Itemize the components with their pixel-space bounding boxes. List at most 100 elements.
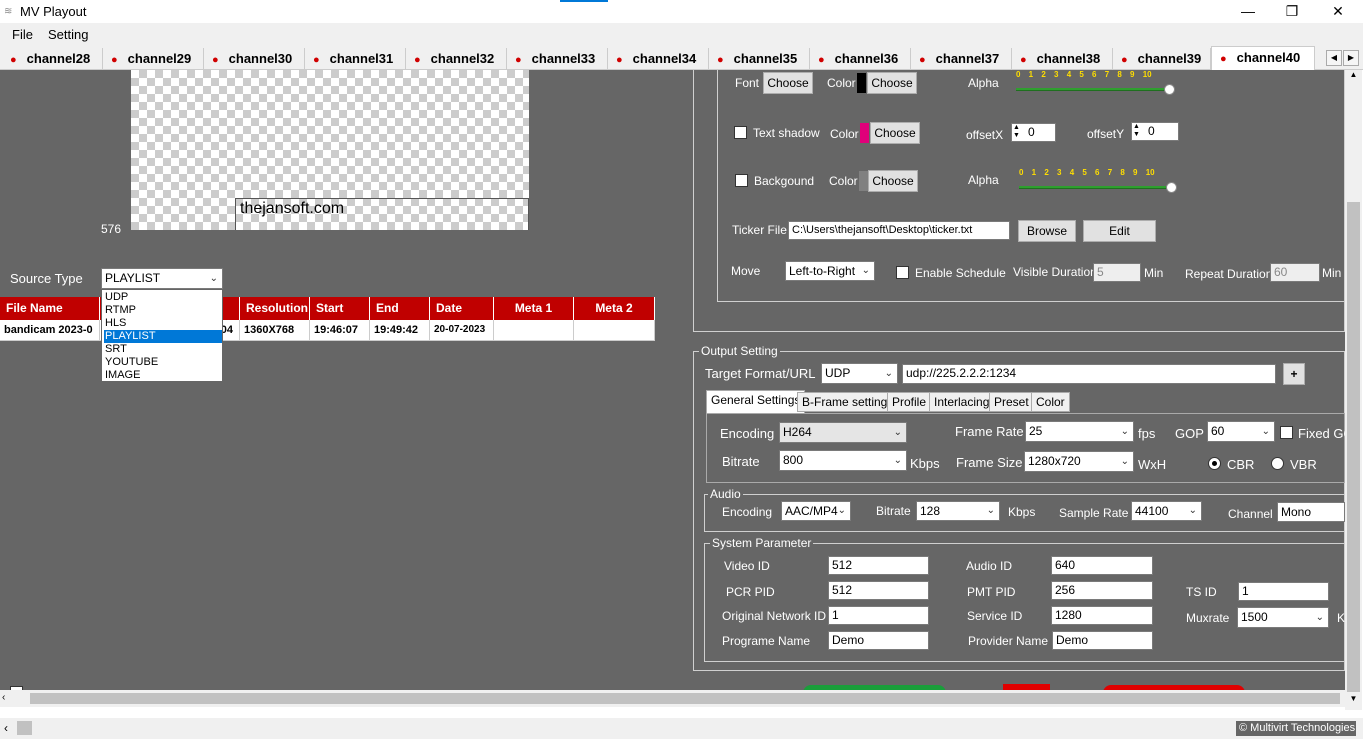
ticker-file-input[interactable]: C:\Users\thejansoft\Desktop\ticker.txt [788,221,1010,240]
option-image[interactable]: IMAGE [104,369,222,382]
tab-channel34[interactable]: ● channel34 [608,48,709,70]
vbr-radio[interactable] [1271,457,1284,470]
offsetx-spinner-icon[interactable]: ▲ ▼ [1013,124,1020,140]
program-name-input[interactable]: Demo [828,631,929,650]
tab-channel30[interactable]: ● channel30 [204,48,305,70]
option-hls[interactable]: HLS [104,317,222,330]
framerate-select[interactable]: 25 ⌄ [1025,421,1134,442]
font-alpha-slider-thumb[interactable] [1164,84,1175,95]
visible-duration-input[interactable]: 5 [1093,263,1141,282]
target-format-select[interactable]: UDP ⌄ [821,363,898,384]
enable-schedule-checkbox[interactable] [896,266,909,279]
col-end[interactable]: End [370,297,430,320]
table-cell[interactable]: 1360X768 [240,320,310,341]
tab-bframe-settings[interactable]: B-Frame settings [797,392,899,412]
bg-color-choose-button[interactable]: Choose [868,170,918,192]
tab-channel29[interactable]: ● channel29 [103,48,204,70]
tab-interlacing[interactable]: Interlacing [929,392,995,412]
col-file-name[interactable]: File Name [0,297,100,320]
target-url-input[interactable]: udp://225.2.2.2:1234 [902,364,1276,384]
col-meta1[interactable]: Meta 1 [494,297,574,320]
scroll-down-icon[interactable]: ▼ [1346,694,1361,708]
tab-channel33[interactable]: ● channel33 [507,48,608,70]
source-type-select[interactable]: PLAYLIST ⌄ [101,268,223,289]
channel-select[interactable]: Mono [1277,502,1345,522]
encoding-select[interactable]: H264 ⌄ [779,422,907,443]
tab-channel32[interactable]: ● channel32 [406,48,507,70]
cbr-radio[interactable] [1208,457,1221,470]
gop-select[interactable]: 60 ⌄ [1207,421,1275,442]
ts-id-input[interactable]: 1 [1238,582,1329,601]
maximize-button[interactable]: ❐ [1269,0,1315,23]
service-id-input[interactable]: 1280 [1051,606,1153,625]
menu-setting[interactable]: Setting [48,27,88,42]
original-network-id-input[interactable]: 1 [828,606,929,625]
tab-channel38[interactable]: ● channel38 [1012,48,1113,70]
move-select[interactable]: Left-to-Right ⌄ [785,261,875,281]
scroll-left-icon[interactable]: ‹ [2,692,5,703]
col-start[interactable]: Start [310,297,370,320]
col-meta2[interactable]: Meta 2 [574,297,655,320]
table-cell[interactable] [494,320,574,341]
option-udp[interactable]: UDP [104,291,222,304]
bitrate-select[interactable]: 800 ⌄ [779,450,907,471]
text-shadow-checkbox[interactable] [734,126,747,139]
framesize-select[interactable]: 1280x720 ⌄ [1024,451,1134,472]
option-rtmp[interactable]: RTMP [104,304,222,317]
tab-channel40[interactable]: ● channel40 [1211,46,1315,70]
repeat-duration-input[interactable]: 60 [1270,263,1320,282]
horizontal-scroll-thumb[interactable] [30,693,1340,704]
add-target-button[interactable]: + [1283,363,1305,385]
pmt-pid-input[interactable]: 256 [1051,581,1153,600]
edit-button[interactable]: Edit [1083,220,1156,242]
option-youtube[interactable]: YOUTUBE [104,356,222,369]
provider-name-input[interactable]: Demo [1052,631,1153,650]
sample-rate-select[interactable]: 44100 ⌄ [1131,501,1202,521]
video-id-input[interactable]: 512 [828,556,929,575]
audio-bitrate-select[interactable]: 128 ⌄ [916,501,1000,521]
menu-file[interactable]: File [12,27,33,42]
tab-channel35[interactable]: ● channel35 [709,48,810,70]
minimize-button[interactable]: — [1225,0,1271,23]
tab-scroll-left-icon[interactable]: ◀ [1326,50,1342,66]
table-cell[interactable] [574,320,655,341]
fixed-gop-checkbox[interactable] [1280,426,1293,439]
muxrate-select[interactable]: 1500 ⌄ [1237,607,1329,628]
status-scroll-left-icon[interactable]: ‹ [4,721,8,735]
background-checkbox[interactable] [735,174,748,187]
font-choose-button[interactable]: Choose [763,72,813,94]
tab-channel36[interactable]: ● channel36 [810,48,911,70]
bg-alpha-slider-thumb[interactable] [1166,182,1177,193]
table-cell[interactable]: 19:46:07 [310,320,370,341]
option-playlist[interactable]: PLAYLIST [104,330,222,343]
audio-encoding-select[interactable]: AAC/MP4 ⌄ [781,501,851,521]
horizontal-scrollbar[interactable]: ‹ [0,690,1346,707]
font-color-choose-button[interactable]: Choose [867,72,917,94]
tab-channel31[interactable]: ● channel31 [305,48,406,70]
browse-button[interactable]: Browse [1018,220,1076,242]
tab-preset[interactable]: Preset [989,392,1034,412]
vertical-scroll-thumb[interactable] [1347,202,1360,692]
table-cell[interactable]: bandicam 2023-0 [0,320,100,341]
font-alpha-slider[interactable] [1016,88,1171,91]
tab-channel39[interactable]: ● channel39 [1113,48,1211,70]
shadow-color-choose-button[interactable]: Choose [870,122,920,144]
vertical-scrollbar[interactable]: ▲ ▼ [1345,70,1362,710]
tab-channel28[interactable]: ● channel28 [2,48,103,70]
pcr-pid-input[interactable]: 512 [828,581,929,600]
bg-alpha-slider[interactable] [1019,186,1172,189]
tab-channel37[interactable]: ● channel37 [911,48,1012,70]
audio-id-input[interactable]: 640 [1051,556,1153,575]
scroll-up-icon[interactable]: ▲ [1346,70,1361,84]
col-date[interactable]: Date [430,297,494,320]
close-button[interactable]: ✕ [1315,0,1361,23]
option-srt[interactable]: SRT [104,343,222,356]
tab-profile[interactable]: Profile [887,392,932,412]
tab-general-settings[interactable]: General Settings [706,390,806,414]
status-scroll-thumb[interactable] [17,721,32,735]
table-cell[interactable]: 20-07-2023 [430,320,494,341]
offsety-spinner-icon[interactable]: ▲ ▼ [1133,123,1140,139]
tab-scroll-right-icon[interactable]: ▶ [1343,50,1359,66]
tab-color[interactable]: Color [1031,392,1070,412]
table-cell[interactable]: 19:49:42 [370,320,430,341]
